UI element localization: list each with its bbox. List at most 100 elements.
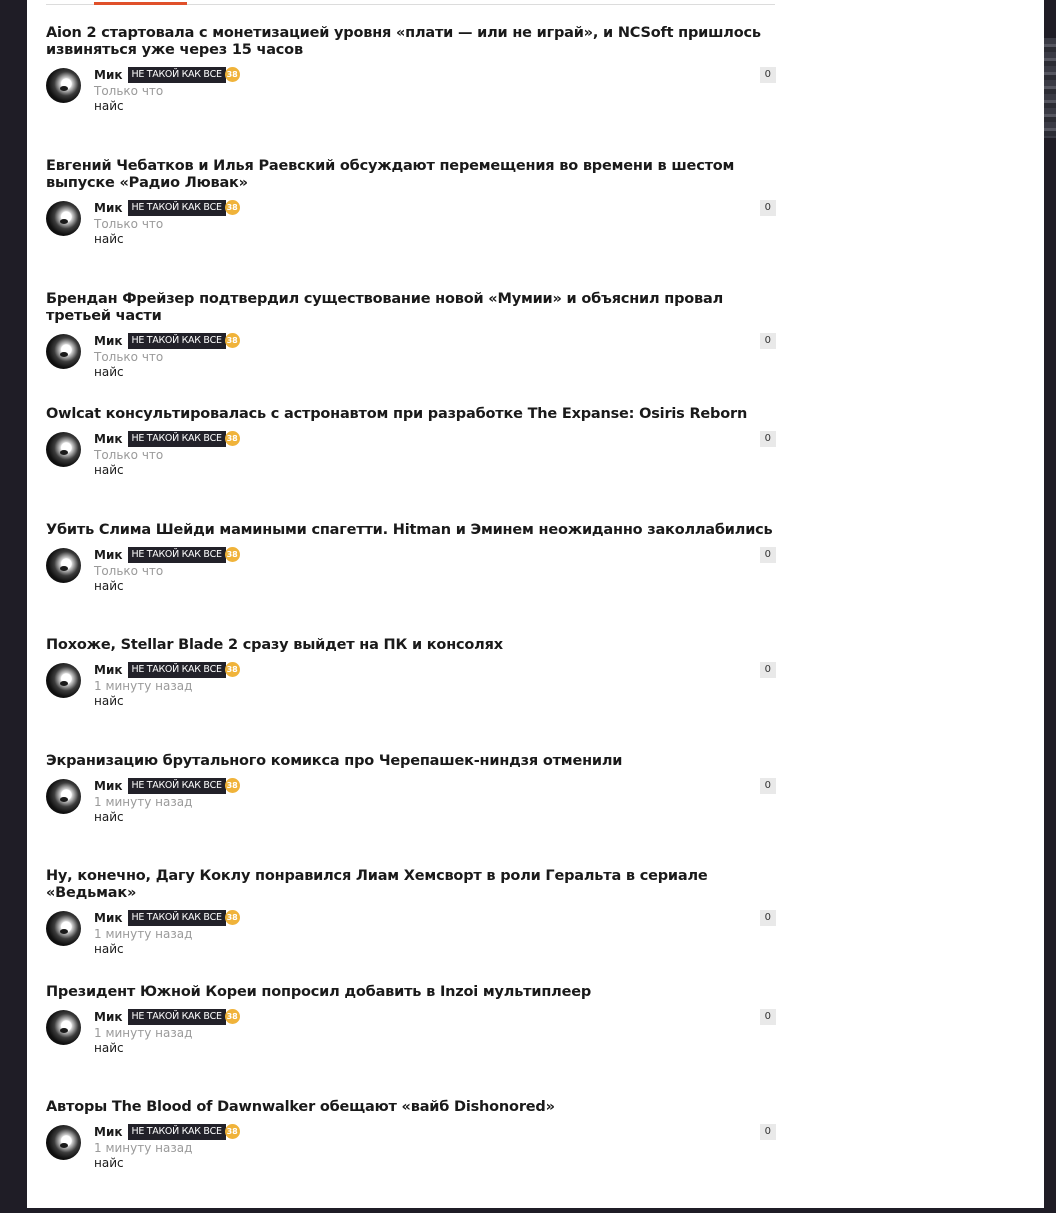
author-name[interactable]: Мик: [94, 548, 123, 562]
comment-meta: Мик НЕ ТАКОЙ КАК ВСЕ 38 1 минуту назад найс: [94, 661, 240, 709]
avatar[interactable]: [46, 663, 81, 698]
author-name[interactable]: Мик: [94, 201, 123, 215]
comment-item: Евгений Чебатков и Илья Раевский обсужда…: [46, 158, 776, 261]
comment-time[interactable]: Только что: [94, 448, 240, 463]
article-link[interactable]: Owlcat консультировалась с астронавтом п…: [46, 406, 776, 423]
comment-time[interactable]: 1 минуту назад: [94, 679, 240, 694]
comment-text: найс: [94, 1041, 124, 1055]
user-title-badge: НЕ ТАКОЙ КАК ВСЕ: [127, 66, 226, 83]
user-level-badge: 38: [224, 333, 240, 348]
article-link[interactable]: Брендан Фрейзер подтвердил существование…: [46, 291, 776, 325]
comment-text: найс: [94, 1156, 124, 1170]
comment-score[interactable]: 0: [759, 67, 776, 83]
user-level-badge: 38: [224, 910, 240, 925]
author-line: Мик НЕ ТАКОЙ КАК ВСЕ 38: [94, 66, 240, 83]
comment-score[interactable]: 0: [759, 778, 776, 794]
comment-time[interactable]: 1 минуту назад: [94, 795, 240, 810]
author-line: Мик НЕ ТАКОЙ КАК ВСЕ 38: [94, 1008, 240, 1025]
avatar[interactable]: [46, 1010, 81, 1045]
user-title-badge: НЕ ТАКОЙ КАК ВСЕ: [127, 1008, 226, 1025]
avatar[interactable]: [46, 432, 81, 467]
avatar[interactable]: [46, 201, 81, 236]
article-link[interactable]: Убить Слима Шейди мамиными спагетти. Hit…: [46, 522, 776, 539]
author-name[interactable]: Мик: [94, 779, 123, 793]
article-link[interactable]: Aion 2 стартовала с монетизацией уровня …: [46, 25, 776, 59]
author-line: Мик НЕ ТАКОЙ КАК ВСЕ 38: [94, 661, 240, 678]
author-name[interactable]: Мик: [94, 911, 123, 925]
user-title-badge: НЕ ТАКОЙ КАК ВСЕ: [127, 777, 226, 794]
avatar[interactable]: [46, 68, 81, 103]
comment-score[interactable]: 0: [759, 1124, 776, 1140]
comment-time[interactable]: Только что: [94, 564, 240, 579]
user-title-badge: НЕ ТАКОЙ КАК ВСЕ: [127, 909, 226, 926]
avatar[interactable]: [46, 1125, 81, 1160]
article-link[interactable]: Президент Южной Кореи попросил добавить …: [46, 984, 776, 1001]
comment-time[interactable]: 1 минуту назад: [94, 1026, 240, 1041]
user-title-badge: НЕ ТАКОЙ КАК ВСЕ: [127, 332, 226, 349]
comment-item: Aion 2 стартовала с монетизацией уровня …: [46, 25, 776, 128]
comment-item: Экранизацию брутального комикса про Чере…: [46, 753, 776, 839]
comment-score[interactable]: 0: [759, 547, 776, 563]
comment-score[interactable]: 0: [759, 662, 776, 678]
comment-meta: Мик НЕ ТАКОЙ КАК ВСЕ 38 1 минуту назад найс: [94, 777, 240, 825]
avatar[interactable]: [46, 911, 81, 946]
avatar[interactable]: [46, 779, 81, 814]
comment-score[interactable]: 0: [759, 431, 776, 447]
comment-text: найс: [94, 942, 124, 956]
comment-item: Президент Южной Кореи попросил добавить …: [46, 984, 776, 1070]
article-link[interactable]: Авторы The Blood of Dawnwalker обещают «…: [46, 1099, 776, 1116]
comment-text: найс: [94, 463, 124, 477]
comment-time[interactable]: Только что: [94, 84, 240, 99]
article-link[interactable]: Экранизацию брутального комикса про Чере…: [46, 753, 776, 770]
comment-text: найс: [94, 694, 124, 708]
comment-time[interactable]: 1 минуту назад: [94, 1141, 240, 1156]
comment-item: Похоже, Stellar Blade 2 сразу выйдет на …: [46, 637, 776, 723]
article-link[interactable]: Евгений Чебатков и Илья Раевский обсужда…: [46, 158, 776, 192]
comment-time[interactable]: Только что: [94, 217, 240, 232]
user-level-badge: 38: [224, 547, 240, 562]
comment: Мик НЕ ТАКОЙ КАК ВСЕ 38 Только что найс 0: [46, 199, 776, 261]
author-name[interactable]: Мик: [94, 663, 123, 677]
comment-meta: Мик НЕ ТАКОЙ КАК ВСЕ 38 1 минуту назад найс: [94, 1123, 240, 1171]
comment-score[interactable]: 0: [759, 910, 776, 926]
comment-time[interactable]: 1 минуту назад: [94, 927, 240, 942]
active-tab-indicator[interactable]: [94, 2, 187, 5]
comment-item: Ну, конечно, Дагу Коклу понравился Лиам …: [46, 868, 776, 971]
user-title-badge: НЕ ТАКОЙ КАК ВСЕ: [127, 1123, 226, 1140]
comment: Мик НЕ ТАКОЙ КАК ВСЕ 38 1 минуту назад найс 0: [46, 777, 776, 839]
comment-meta: Мик НЕ ТАКОЙ КАК ВСЕ 38 Только что найс: [94, 430, 240, 478]
avatar[interactable]: [46, 548, 81, 583]
comment: Мик НЕ ТАКОЙ КАК ВСЕ 38 1 минуту назад найс 0: [46, 1008, 776, 1070]
author-line: Мик НЕ ТАКОЙ КАК ВСЕ 38: [94, 909, 240, 926]
background-window-edge: [1044, 38, 1056, 138]
comment-text: найс: [94, 365, 124, 379]
avatar[interactable]: [46, 334, 81, 369]
user-title-badge: НЕ ТАКОЙ КАК ВСЕ: [127, 661, 226, 678]
user-level-badge: 38: [224, 662, 240, 677]
user-title-badge: НЕ ТАКОЙ КАК ВСЕ: [127, 430, 226, 447]
article-link[interactable]: Похоже, Stellar Blade 2 сразу выйдет на …: [46, 637, 776, 654]
author-line: Мик НЕ ТАКОЙ КАК ВСЕ 38: [94, 430, 240, 447]
article-link[interactable]: Ну, конечно, Дагу Коклу понравился Лиам …: [46, 868, 776, 902]
comment: Мик НЕ ТАКОЙ КАК ВСЕ 38 Только что найс 0: [46, 546, 776, 608]
comment-score[interactable]: 0: [759, 1009, 776, 1025]
comment-score[interactable]: 0: [759, 200, 776, 216]
user-level-badge: 38: [224, 431, 240, 446]
author-line: Мик НЕ ТАКОЙ КАК ВСЕ 38: [94, 332, 240, 349]
user-level-badge: 38: [224, 200, 240, 215]
author-name[interactable]: Мик: [94, 432, 123, 446]
author-line: Мик НЕ ТАКОЙ КАК ВСЕ 38: [94, 777, 240, 794]
comment-time[interactable]: Только что: [94, 350, 240, 365]
author-name[interactable]: Мик: [94, 68, 123, 82]
author-name[interactable]: Мик: [94, 334, 123, 348]
comment-text: найс: [94, 810, 124, 824]
comment-meta: Мик НЕ ТАКОЙ КАК ВСЕ 38 Только что найс: [94, 66, 240, 114]
comment: Мик НЕ ТАКОЙ КАК ВСЕ 38 1 минуту назад найс 0: [46, 909, 776, 971]
author-name[interactable]: Мик: [94, 1010, 123, 1024]
user-title-badge: НЕ ТАКОЙ КАК ВСЕ: [127, 199, 226, 216]
comment-text: найс: [94, 99, 124, 113]
comment-score[interactable]: 0: [759, 333, 776, 349]
comment-item: Owlcat консультировалась с астронавтом п…: [46, 406, 776, 492]
comment-meta: Мик НЕ ТАКОЙ КАК ВСЕ 38 1 минуту назад найс: [94, 1008, 240, 1056]
author-name[interactable]: Мик: [94, 1125, 123, 1139]
